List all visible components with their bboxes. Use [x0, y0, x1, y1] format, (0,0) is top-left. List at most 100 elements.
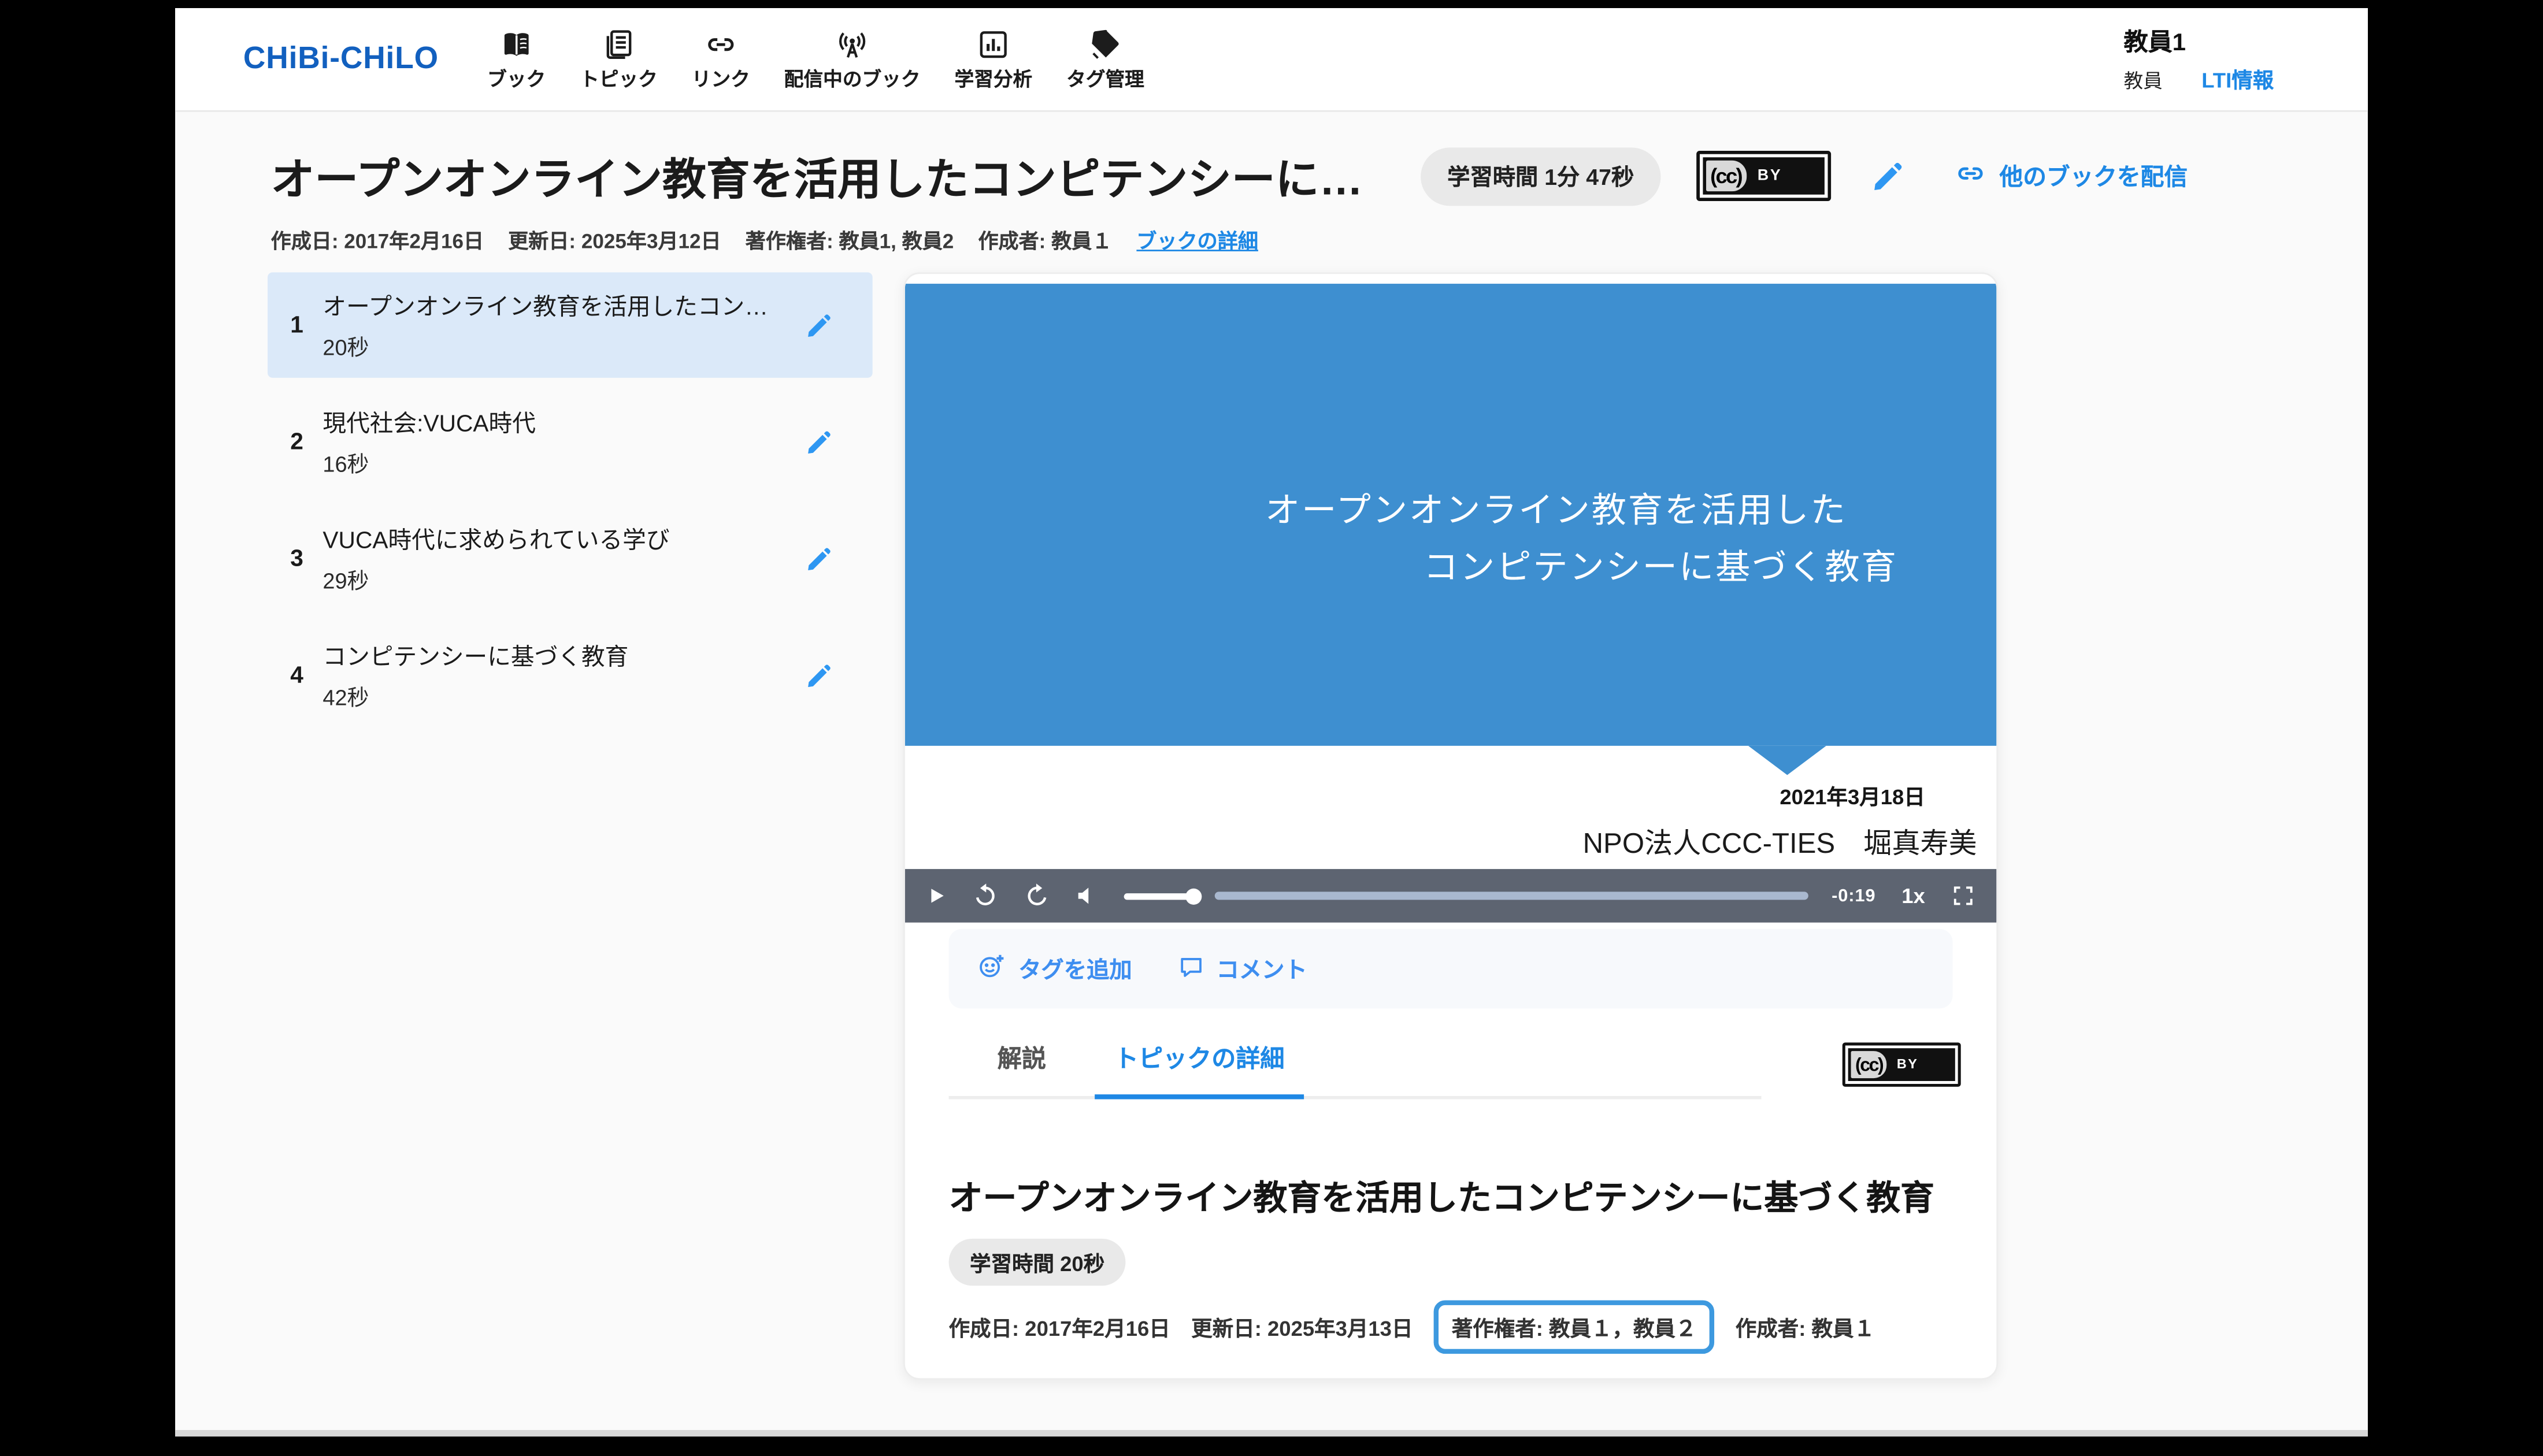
nav-item-topics[interactable]: トピック — [573, 24, 664, 95]
playback-speed-button[interactable]: 1x — [1901, 883, 1925, 908]
volume-slider[interactable] — [1124, 887, 1202, 904]
topic-card: オープンオンライン教育を活用した コンピテンシーに基づく教育 2021年3月18… — [903, 272, 1999, 1380]
book-author: 作成者: 教員１ — [978, 230, 1113, 253]
book-details-link[interactable]: ブックの詳細 — [1136, 224, 1258, 254]
book-copyright: 著作権者: 教員1, 教員2 — [745, 230, 954, 253]
add-reaction-icon — [976, 951, 1007, 987]
lti-info-link[interactable]: LTI情報 — [2201, 63, 2274, 94]
rewind-button[interactable] — [972, 882, 999, 910]
cc-by-badge: (cc) BY — [1695, 150, 1831, 201]
nav-label-analytics: 学習分析 — [954, 67, 1033, 90]
tab-topic-details[interactable]: トピックの詳細 — [1095, 1041, 1304, 1100]
comment-icon — [1177, 953, 1205, 985]
topic-number: 1 — [290, 312, 303, 339]
topic-duration: 16秒 — [322, 452, 369, 477]
volume-handle[interactable] — [1185, 887, 1202, 904]
nav-label-tag-management: タグ管理 — [1066, 67, 1144, 90]
topic-meta: 作成日: 2017年2月16日 更新日: 2025年3月13日 著作権者: 教員… — [948, 1300, 1953, 1354]
topic-number: 4 — [290, 662, 303, 689]
nav-item-published-books[interactable]: 配信中のブック — [778, 24, 927, 95]
nav-item-tag-management[interactable]: タグ管理 — [1060, 24, 1151, 95]
topic-tabbar: 解説 トピックの詳細 — [948, 1041, 1953, 1100]
user-name: 教員1 — [2123, 29, 2186, 57]
nav-label-links: リンク — [691, 67, 750, 90]
top-navbar: CHiBi-CHiLO ブック トピック リンク 配信中のブック 学習分析 タグ… — [175, 8, 2368, 112]
comment-button[interactable]: コメント — [1177, 953, 1307, 985]
topic-detail-panel: オープンオンライン教育を活用したコンピテンシーに基づく教育 学習時間 20秒 作… — [905, 1174, 1997, 1354]
slide-title-line1: オープンオンライン教育を活用した — [1265, 491, 1847, 530]
add-tag-label: タグを追加 — [1018, 956, 1132, 982]
topic-heading: オープンオンライン教育を活用したコンピテンシーに基づく教育 — [948, 1180, 1934, 1218]
slide-title-line2: コンピテンシーに基づく教育 — [1423, 548, 1898, 587]
edit-topic-button[interactable] — [805, 544, 834, 573]
link-icon — [1954, 157, 1986, 195]
topic-updated: 更新日: 2025年3月13日 — [1191, 1316, 1413, 1341]
topic-duration: 29秒 — [322, 569, 369, 594]
topic-title: VUCA時代に求められている学び — [322, 528, 670, 555]
page-title: オープンオンライン教育を活用したコンピテンシーに… — [270, 155, 1363, 205]
stage: CHiBi-CHiLO ブック トピック リンク 配信中のブック 学習分析 タグ… — [0, 0, 2543, 1456]
app-logo[interactable]: CHiBi-CHiLO — [243, 42, 439, 77]
slide-frame: オープンオンライン教育を活用した コンピテンシーに基づく教育 — [904, 284, 1997, 746]
edit-topic-button[interactable] — [805, 660, 834, 690]
forward-button[interactable] — [1024, 882, 1051, 910]
book-icon — [499, 27, 533, 61]
nav-item-books[interactable]: ブック — [481, 24, 553, 95]
slide-credit: NPO法人CCC-TIES 堀真寿美 — [1582, 827, 1977, 860]
topic-title: オープンオンライン教育を活用したコン… — [322, 295, 769, 321]
user-role: 教員 — [2123, 69, 2163, 92]
nav-label-topics: トピック — [580, 67, 658, 90]
main-nav: ブック トピック リンク 配信中のブック 学習分析 タグ管理 — [481, 24, 1151, 95]
cc-label: BY — [1896, 1057, 1918, 1073]
topic-icon — [602, 27, 636, 61]
book-updated: 更新日: 2025年3月12日 — [508, 230, 721, 253]
content-area: 1 オープンオンライン教育を活用したコン… 20秒 2 現代社会:VUCA時代 … — [175, 272, 2368, 1380]
topic-number: 3 — [290, 545, 303, 572]
slide-callout-tail — [1748, 745, 1826, 775]
topic-list: 1 オープンオンライン教育を活用したコン… 20秒 2 現代社会:VUCA時代 … — [268, 272, 873, 739]
topic-learning-time-badge: 学習時間 20秒 — [948, 1238, 1126, 1286]
tab-explanation[interactable]: 解説 — [994, 1041, 1049, 1096]
video-player[interactable]: オープンオンライン教育を活用した コンピテンシーに基づく教育 2021年3月18… — [904, 274, 1997, 923]
slide-date: 2021年3月18日 — [1780, 785, 1925, 809]
distribute-label: 他のブックを配信 — [1999, 165, 2188, 192]
nav-item-links[interactable]: リンク — [685, 24, 757, 95]
seek-bar[interactable] — [1214, 892, 1809, 900]
learning-time-badge: 学習時間 1分 47秒 — [1421, 146, 1660, 205]
distribute-other-book-link[interactable]: 他のブックを配信 — [1954, 157, 2188, 195]
edit-book-button[interactable] — [1870, 158, 1906, 194]
add-tag-button[interactable]: タグを追加 — [976, 951, 1132, 987]
topic-title: コンピテンシーに基づく教育 — [322, 645, 629, 671]
topic-copyright-highlighted: 著作権者: 教員１，教員２ — [1433, 1300, 1715, 1354]
fullscreen-button[interactable] — [1951, 883, 1975, 908]
topic-number: 2 — [290, 429, 303, 455]
app-window: CHiBi-CHiLO ブック トピック リンク 配信中のブック 学習分析 タグ… — [175, 8, 2368, 1437]
cc-icon: (cc) — [1850, 1051, 1886, 1079]
topic-list-item-3[interactable]: 3 VUCA時代に求められている学び 29秒 — [268, 506, 873, 611]
book-header: オープンオンライン教育を活用したコンピテンシーに… 学習時間 1分 47秒 (c… — [271, 144, 2368, 207]
topic-title: 現代社会:VUCA時代 — [322, 411, 536, 438]
topic-duration: 20秒 — [322, 335, 369, 360]
edit-topic-button[interactable] — [805, 310, 834, 340]
topic-author: 作成者: 教員１ — [1735, 1316, 1875, 1341]
link-icon — [704, 27, 738, 61]
topic-duration: 42秒 — [322, 685, 369, 711]
time-remaining: -0:19 — [1832, 886, 1876, 906]
topic-list-item-2[interactable]: 2 現代社会:VUCA時代 16秒 — [268, 389, 873, 494]
comment-label: コメント — [1216, 956, 1307, 982]
play-button[interactable] — [926, 885, 947, 906]
user-block: 教員1 教員 LTI情報 — [2123, 24, 2274, 94]
edit-topic-button[interactable] — [805, 427, 834, 456]
broadcast-icon — [835, 27, 869, 61]
book-meta: 作成日: 2017年2月16日 更新日: 2025年3月12日 著作権者: 教員… — [271, 224, 2368, 254]
nav-item-analytics[interactable]: 学習分析 — [948, 24, 1039, 95]
cc-label: BY — [1757, 167, 1782, 185]
nav-label-books: ブック — [487, 67, 546, 90]
nav-label-published-books: 配信中のブック — [784, 67, 921, 90]
tag-icon — [1088, 27, 1122, 61]
topic-list-item-4[interactable]: 4 コンピテンシーに基づく教育 42秒 — [268, 623, 873, 728]
book-created: 作成日: 2017年2月16日 — [270, 230, 484, 253]
topic-created: 作成日: 2017年2月16日 — [948, 1316, 1170, 1341]
topic-list-item-1[interactable]: 1 オープンオンライン教育を活用したコン… 20秒 — [268, 272, 873, 378]
volume-icon[interactable] — [1075, 883, 1099, 908]
